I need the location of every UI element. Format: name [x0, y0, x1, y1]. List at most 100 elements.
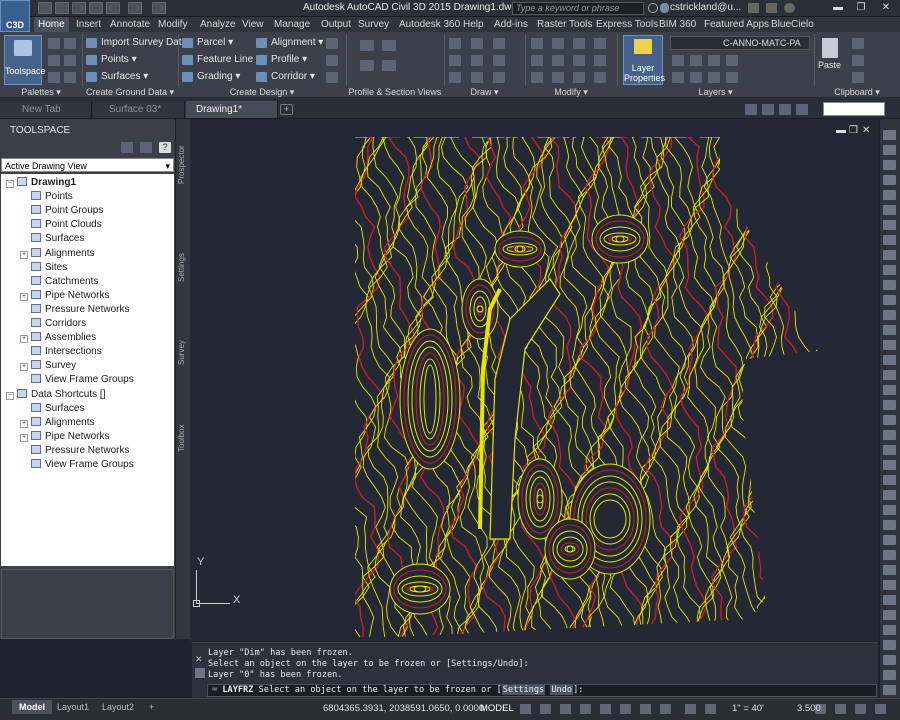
layer-tool-icon[interactable] [708, 72, 720, 83]
ribbon-tab-manage[interactable]: Manage [270, 17, 314, 32]
tool-palette-icon[interactable] [883, 310, 896, 320]
tool-palette-icon[interactable] [883, 565, 896, 575]
tree-item-view-frame-groups[interactable]: View Frame Groups [20, 373, 134, 387]
tool-palette-icon[interactable] [883, 430, 896, 440]
tool-palette-icon[interactable] [883, 400, 896, 410]
palette-icon[interactable] [48, 38, 60, 49]
tab-model[interactable]: Model [12, 700, 52, 714]
tree-item-alignments[interactable]: + Alignments [20, 247, 94, 261]
tree-item-alignments[interactable]: + Alignments [20, 416, 94, 430]
tool-palette-icon[interactable] [883, 250, 896, 260]
layout-icon[interactable] [745, 104, 757, 115]
line-icon[interactable] [449, 38, 461, 49]
tool-palette-icon[interactable] [883, 190, 896, 200]
ribbon-tab-bim-360[interactable]: BIM 360 [655, 17, 700, 32]
corridor-button[interactable]: Corridor ▾ [256, 70, 315, 84]
profile-view-icon[interactable] [360, 60, 374, 71]
layout-icon[interactable] [779, 104, 791, 115]
tree-item-intersections[interactable]: Intersections [20, 345, 102, 359]
surfaces-button[interactable]: Surfaces ▾ [86, 70, 148, 84]
expand-icon[interactable]: + [20, 335, 28, 344]
new-tab-plus-icon[interactable]: + [280, 104, 293, 115]
sample-lines-icon[interactable] [360, 40, 374, 51]
tool-palette-icon[interactable] [883, 325, 896, 335]
tree-item-points[interactable]: Points [20, 190, 73, 204]
tool-palette-icon[interactable] [883, 385, 896, 395]
help-icon[interactable] [784, 3, 795, 13]
close-icon[interactable]: ✕ [195, 654, 203, 665]
offset-icon[interactable] [594, 72, 606, 83]
explode-icon[interactable] [594, 55, 606, 66]
panel-title-profile-section-views[interactable]: Profile & Section Views ▾ [346, 87, 444, 108]
tree-item-sites[interactable]: Sites [20, 261, 67, 275]
trim-icon[interactable] [573, 38, 585, 49]
expand-icon[interactable]: + [20, 363, 28, 372]
import-survey-data-button[interactable]: Import Survey Data [86, 36, 187, 50]
ribbon-tab-modify[interactable]: Modify [154, 17, 191, 32]
layout-icon[interactable] [796, 104, 808, 115]
ribbon-tab-view[interactable]: View [238, 17, 268, 32]
help-icon[interactable]: ? [159, 142, 171, 153]
panel-title-layers[interactable]: Layers ▾ [617, 87, 814, 98]
expand-icon[interactable]: + [20, 292, 28, 301]
panel-title-palettes[interactable]: Palettes ▾ [0, 87, 82, 98]
tool-palette-icon[interactable] [883, 505, 896, 515]
panel-title-clipboard[interactable]: Clipboard ▾ [814, 87, 900, 98]
move-icon[interactable] [531, 38, 543, 49]
tab-new-tab[interactable]: New Tab [0, 101, 92, 118]
ribbon-tab-annotate[interactable]: Annotate [106, 17, 154, 32]
save-icon[interactable] [72, 2, 86, 14]
tab-surface-03[interactable]: Surface 03* [93, 101, 185, 118]
tool-palette-icon[interactable] [883, 595, 896, 605]
tree-item-pipe-networks[interactable]: + Pipe Networks [20, 289, 109, 303]
option-undo[interactable]: Undo [550, 685, 574, 695]
a360-icon[interactable] [766, 3, 777, 13]
tree-item-surfaces[interactable]: Surfaces [20, 232, 84, 246]
fillet-icon[interactable] [573, 55, 585, 66]
ribbon-tab-output[interactable]: Output [317, 17, 355, 32]
status-toggle-icon[interactable] [520, 704, 531, 714]
tool-palette-icon[interactable] [883, 145, 896, 155]
layout-icon[interactable] [762, 104, 774, 115]
polyline-icon[interactable] [471, 38, 483, 49]
tree-item-catchments[interactable]: Catchments [20, 275, 98, 289]
close-icon[interactable]: ✕ [875, 2, 897, 14]
command-search-box[interactable] [823, 102, 885, 116]
exchange-icon[interactable] [748, 3, 759, 13]
tab-layout2[interactable]: Layout2 [95, 700, 141, 714]
tab-toolbox[interactable]: Toolbox [177, 418, 189, 458]
expand-icon[interactable]: + [20, 250, 28, 259]
pipe-network-icon[interactable] [326, 72, 338, 83]
tool-palette-icon[interactable] [883, 655, 896, 665]
search-icon[interactable] [648, 3, 658, 13]
tree-item-data-shortcuts[interactable]: − Data Shortcuts [] [6, 388, 105, 402]
section-icon[interactable] [382, 60, 396, 71]
tool-palette-icon[interactable] [883, 265, 896, 275]
profile-button[interactable]: Profile ▾ [256, 53, 307, 67]
tool-palette-icon[interactable] [883, 295, 896, 305]
ribbon-tab-add-ins[interactable]: Add-ins [490, 17, 532, 32]
tree-item-pressure-networks[interactable]: Pressure Networks [20, 303, 129, 317]
assembly-icon[interactable] [326, 55, 338, 66]
status-toggle-icon[interactable] [560, 704, 571, 714]
tree-item-assemblies[interactable]: + Assemblies [20, 331, 96, 345]
tab-drawing1[interactable]: Drawing1* [186, 101, 278, 118]
expand-icon[interactable]: − [6, 180, 14, 188]
help-search-input[interactable]: Type a keyword or phrase [512, 2, 644, 15]
tool-palette-icon[interactable] [883, 550, 896, 560]
status-toggle-icon[interactable] [620, 704, 631, 714]
section-views-icon[interactable] [382, 40, 396, 51]
copy-icon[interactable] [531, 55, 543, 66]
redo-icon[interactable] [128, 2, 142, 14]
tool-palette-icon[interactable] [883, 280, 896, 290]
tree-item-point-clouds[interactable]: Point Clouds [20, 218, 102, 232]
palette-icon[interactable] [64, 38, 76, 49]
stretch-icon[interactable] [531, 72, 543, 83]
tool-palette-icon[interactable] [883, 580, 896, 590]
add-layout-icon[interactable]: + [142, 700, 161, 714]
status-tool-icon[interactable] [835, 704, 846, 714]
layer-tool-icon[interactable] [708, 55, 720, 66]
ribbon-tab-help[interactable]: Help [459, 17, 488, 32]
ribbon-tab-analyze[interactable]: Analyze [196, 17, 240, 32]
ribbon-tab-bluecielo[interactable]: BlueCielo [767, 17, 818, 32]
